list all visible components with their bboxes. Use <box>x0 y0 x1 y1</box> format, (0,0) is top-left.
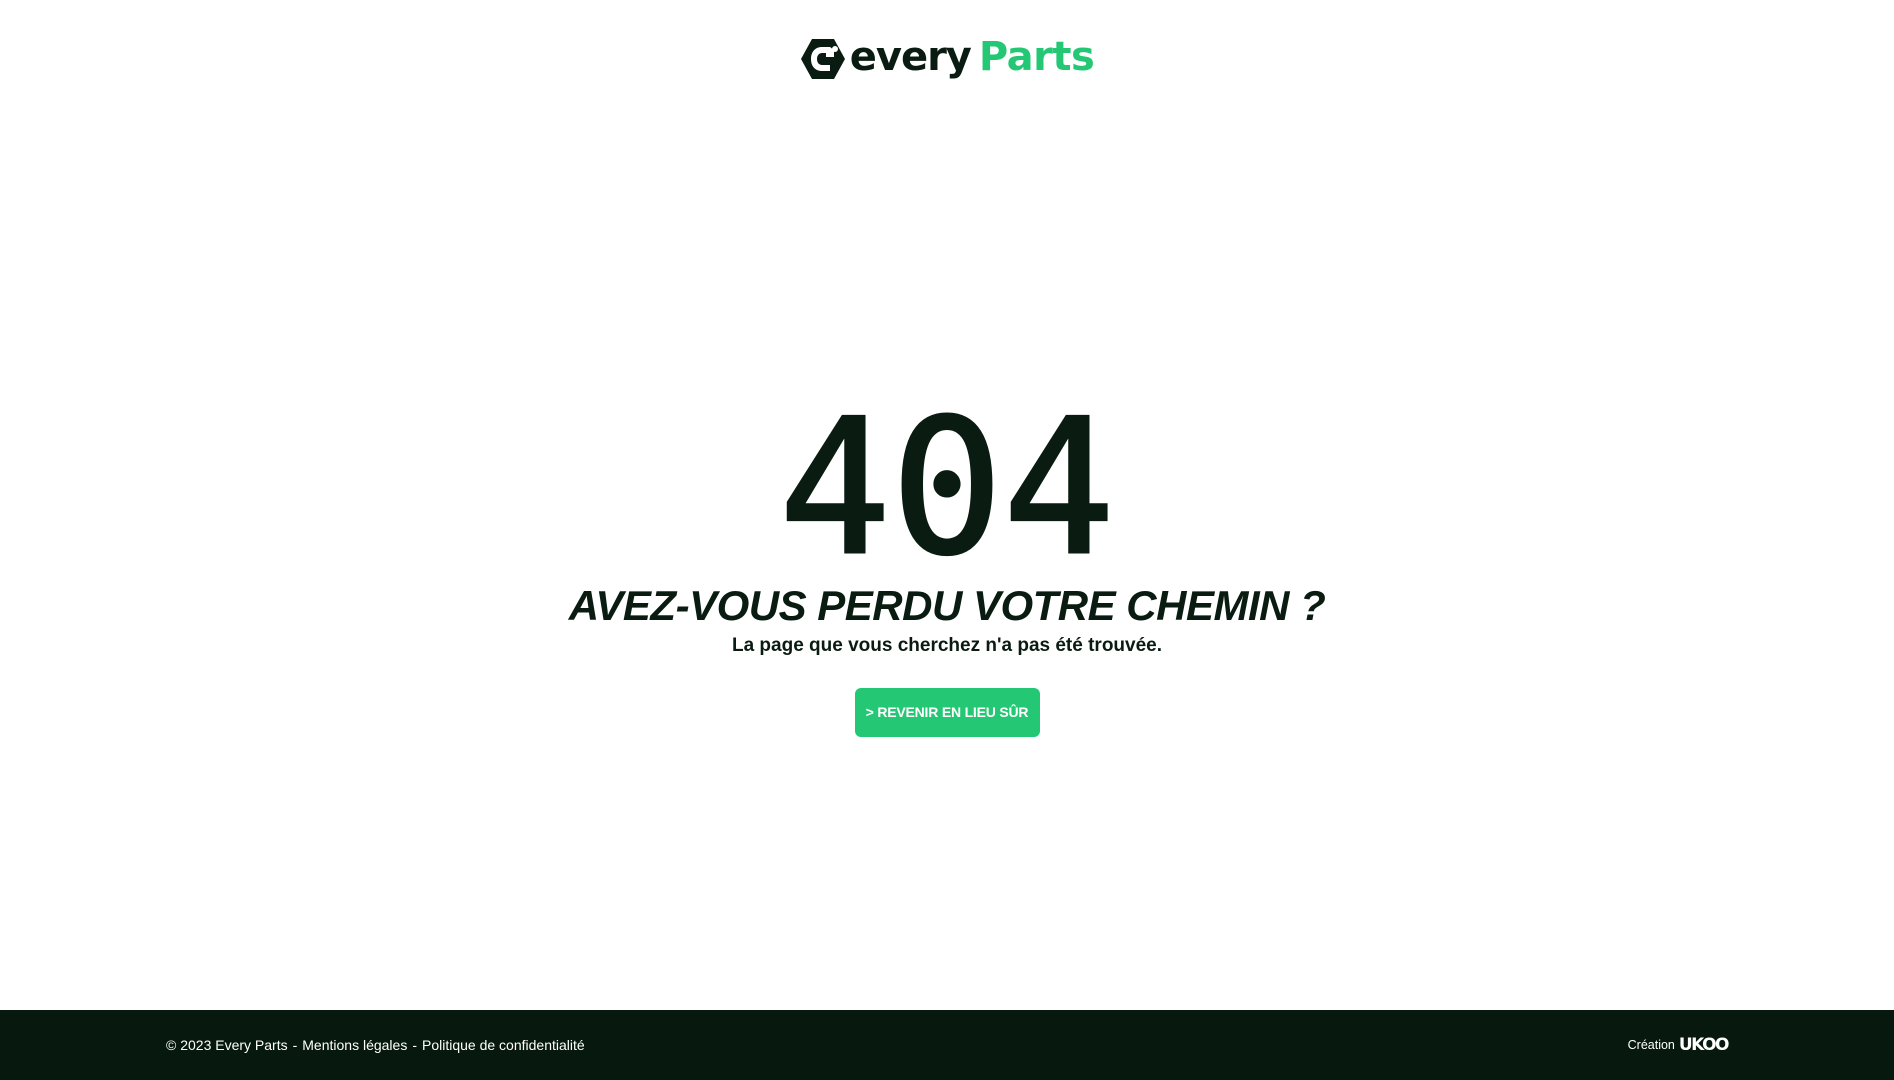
footer-separator: - <box>412 1037 417 1053</box>
logo-word-parts: Parts <box>978 34 1095 80</box>
error-description: La page que vous cherchez n'a pas été tr… <box>731 635 1163 657</box>
site-logo-link[interactable]: every Parts <box>800 34 1095 84</box>
logo-word-every: every <box>849 34 972 80</box>
footer-credit[interactable]: Création UKOO <box>1627 1035 1730 1055</box>
error-headline: AVEZ-VOUS PERDU VOTRE CHEMIN ? <box>568 582 1326 629</box>
legal-notice-link[interactable]: Mentions légales <box>302 1037 407 1053</box>
privacy-policy-link[interactable]: Politique de confidentialité <box>422 1037 585 1053</box>
footer-links: © 2023 Every Parts - Mentions légales - … <box>166 1037 585 1053</box>
ukoo-logo: UKOO <box>1678 1035 1730 1055</box>
not-found-page: every Parts 404 AVEZ-VOUS PERDU VOTRE CH… <box>0 0 1894 1080</box>
error-content: 404 AVEZ-VOUS PERDU VOTRE CHEMIN ? La pa… <box>0 379 1894 737</box>
error-code: 404 <box>778 379 1117 596</box>
site-footer: © 2023 Every Parts - Mentions légales - … <box>0 1010 1894 1080</box>
credit-label: Création <box>1627 1038 1675 1052</box>
site-header: every Parts <box>0 0 1894 120</box>
hex-wrench-logo-icon <box>800 36 846 82</box>
copyright-text: © 2023 Every Parts <box>166 1037 288 1053</box>
footer-separator: - <box>292 1037 298 1053</box>
back-to-safety-button[interactable]: > REVENIR EN LIEU SÛR <box>854 687 1040 737</box>
